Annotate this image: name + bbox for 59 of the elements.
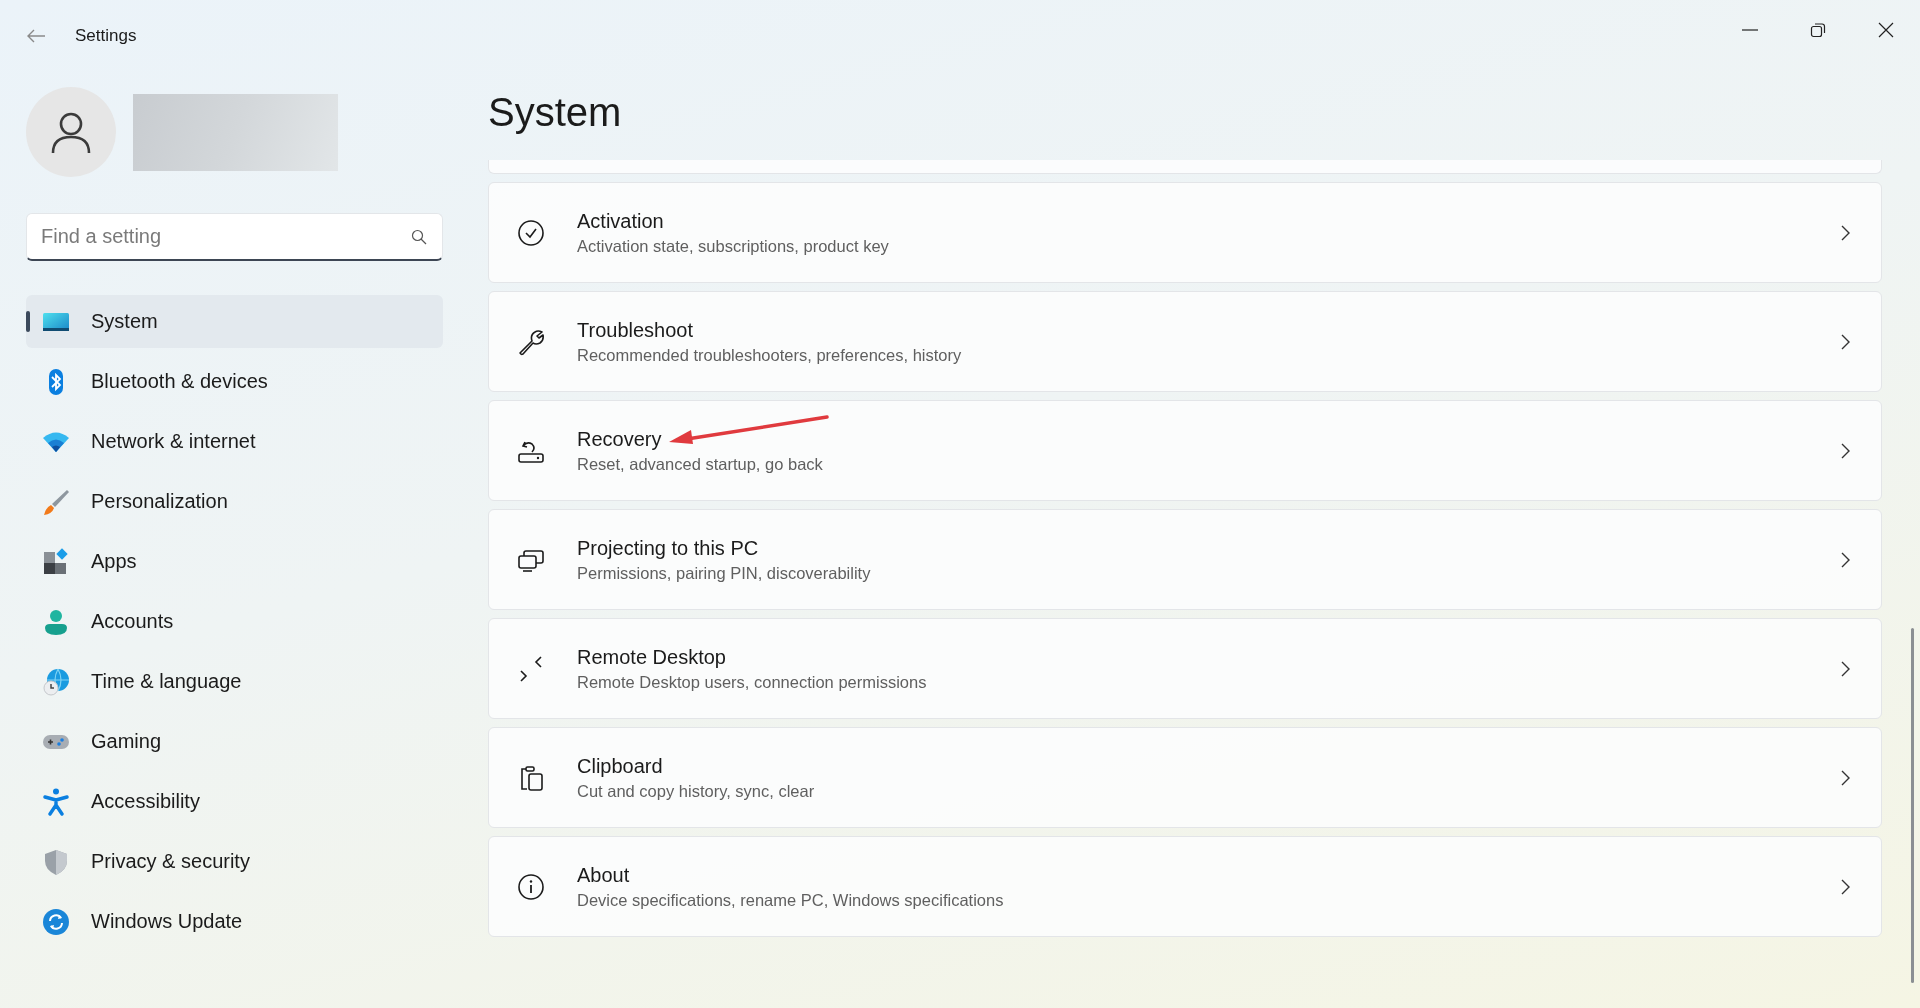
sidebar-item[interactable]: Privacy & security <box>26 835 443 888</box>
paintbrush-icon <box>42 487 70 516</box>
sidebar-item[interactable]: Bluetooth & devices <box>26 355 443 408</box>
sidebar-item[interactable]: Windows Update <box>26 895 443 948</box>
shield-icon <box>42 847 70 876</box>
settings-card[interactable]: Recovery Reset, advanced startup, go back <box>488 400 1882 501</box>
info-icon <box>517 872 545 901</box>
card-title: Activation <box>577 209 665 233</box>
card-title: About <box>577 863 631 887</box>
settings-card[interactable]: Clipboard Cut and copy history, sync, clear <box>488 727 1882 828</box>
sidebar-item[interactable]: Gaming <box>26 715 443 768</box>
sidebar-item[interactable]: Network & internet <box>26 415 443 468</box>
sidebar-item[interactable]: Accounts <box>26 595 443 648</box>
search-field[interactable]: Find a setting <box>26 213 443 261</box>
apps-icon <box>42 547 70 576</box>
window-title: Settings <box>75 26 137 46</box>
check-circle-icon <box>517 218 545 247</box>
settings-card[interactable]: Projecting to this PC Permissions, pairing PIN, discoverability <box>488 509 1882 610</box>
page-title: System <box>488 89 623 136</box>
chevron-right-icon <box>1839 768 1851 787</box>
close-icon <box>1878 22 1894 38</box>
card-subtitle: Permissions, pairing PIN, discoverability <box>577 563 871 583</box>
card-title: Clipboard <box>577 754 664 778</box>
card-subtitle: Device specifications, rename PC, Windows specifications <box>577 890 1004 910</box>
sidebar-item[interactable]: Accessibility <box>26 775 443 828</box>
sync-icon <box>42 907 70 936</box>
search-icon <box>411 229 427 245</box>
card-subtitle: Remote Desktop users, connection permissions <box>577 672 927 692</box>
minimize-icon <box>1742 29 1758 31</box>
sidebar-item[interactable]: Time & language <box>26 655 443 708</box>
card-subtitle: Activation state, subscriptions, product key <box>577 236 889 256</box>
sidebar-item[interactable]: Personalization <box>26 475 443 528</box>
chevron-right-icon <box>1839 877 1851 896</box>
card-title: Recovery <box>577 427 663 451</box>
chevron-right-icon <box>1839 332 1851 351</box>
settings-card[interactable]: Remote Desktop Remote Desktop users, connection permissions <box>488 618 1882 719</box>
settings-card[interactable]: Activation Activation state, subscriptions, product key <box>488 182 1882 283</box>
card-subtitle: Cut and copy history, sync, clear <box>577 781 815 801</box>
back-arrow-icon[interactable] <box>26 28 46 44</box>
person-icon <box>42 607 70 636</box>
settings-card[interactable]: Troubleshoot Recommended troubleshooters, preferences, history <box>488 291 1882 392</box>
chevron-right-icon <box>1839 441 1851 460</box>
wrench-icon <box>517 327 545 356</box>
settings-card[interactable]: About Device specifications, rename PC, Windows specifications <box>488 836 1882 937</box>
scrollbar-thumb[interactable] <box>1911 628 1914 983</box>
card-title: Remote Desktop <box>577 645 727 669</box>
restore-icon <box>1810 22 1826 38</box>
accessibility-icon <box>42 787 70 816</box>
card-subtitle: Reset, advanced startup, go back <box>577 454 823 474</box>
sidebar-item[interactable]: System <box>26 295 443 348</box>
globe-clock-icon <box>42 667 70 696</box>
chevron-right-icon <box>1839 550 1851 569</box>
chevron-right-icon <box>1839 223 1851 242</box>
chevron-right-icon <box>1839 659 1851 678</box>
card-title: Troubleshoot <box>577 318 694 342</box>
card-title: Projecting to this PC <box>577 536 760 560</box>
card-subtitle: Recommended troubleshooters, preferences, history <box>577 345 962 365</box>
remote-arrows-icon <box>517 654 545 683</box>
sidebar-item[interactable]: Apps <box>26 535 443 588</box>
